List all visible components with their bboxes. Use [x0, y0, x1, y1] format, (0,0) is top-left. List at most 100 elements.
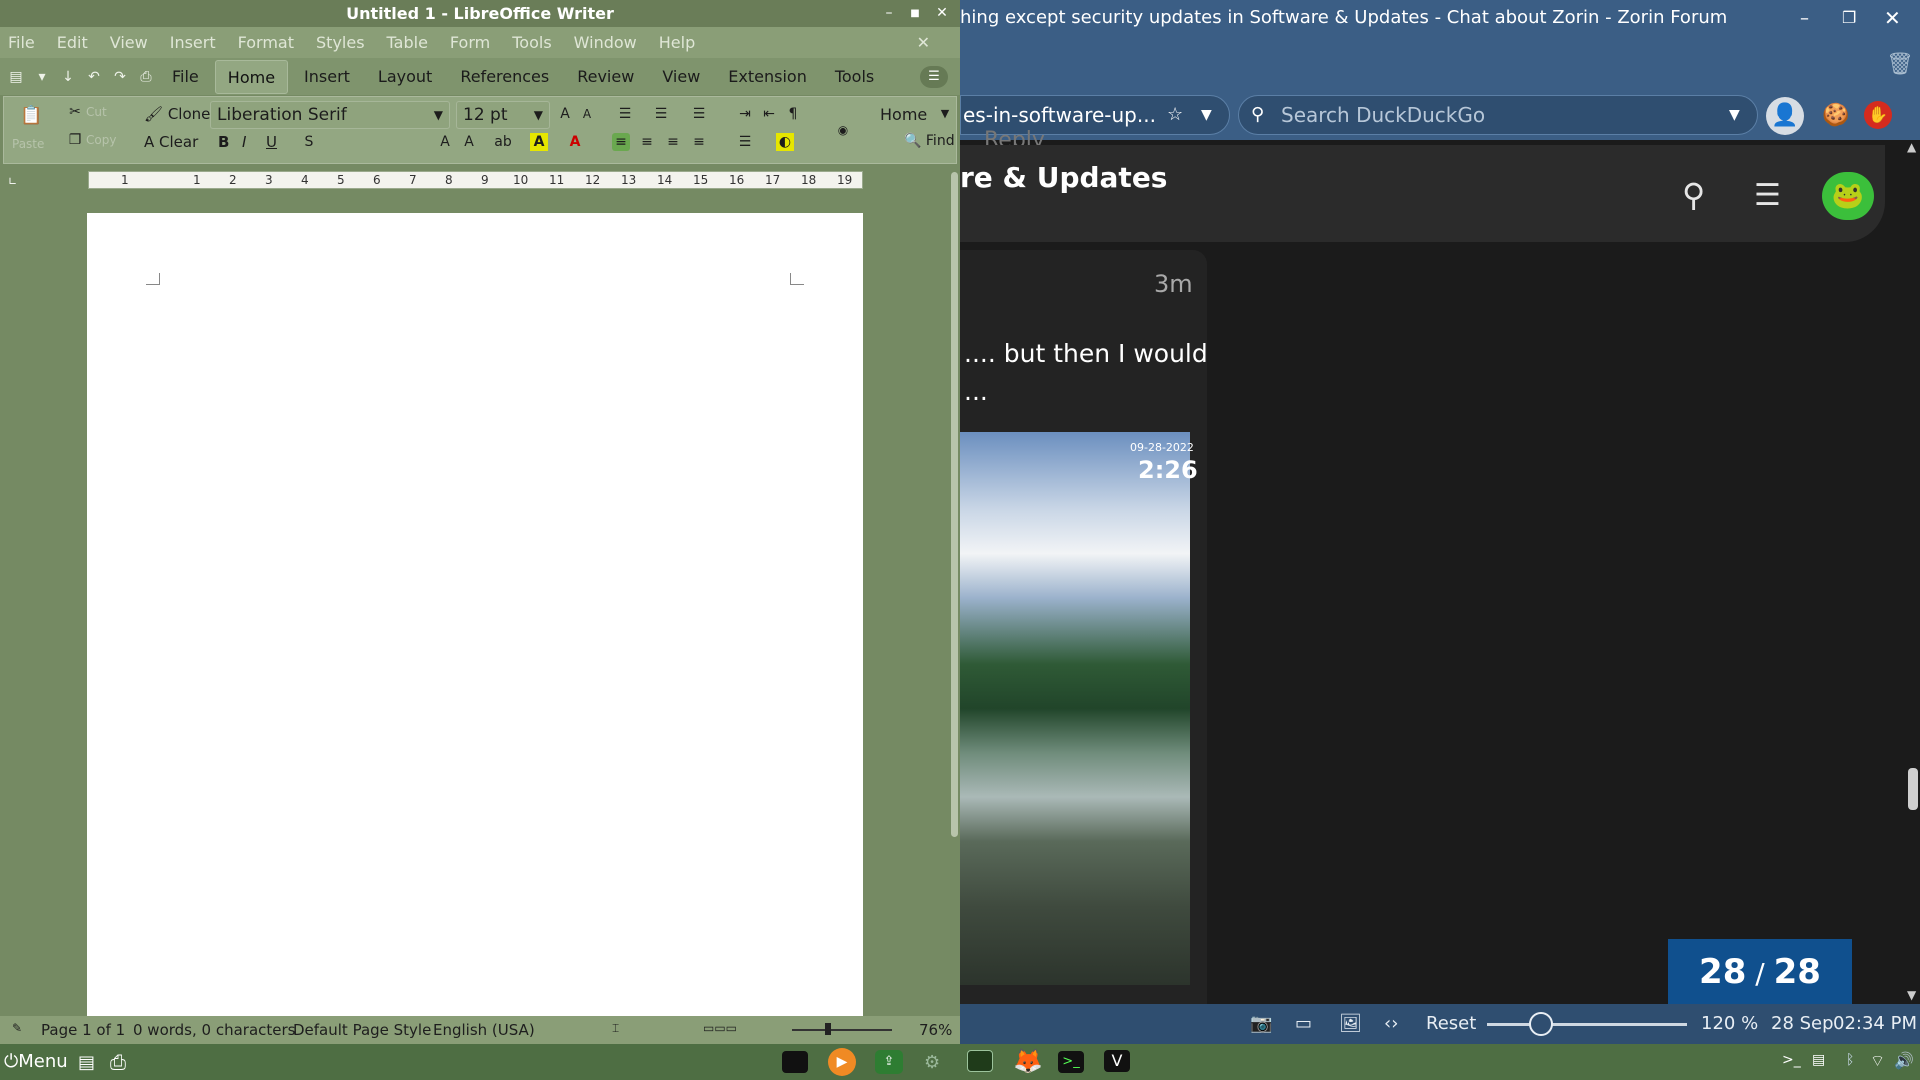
- close-button[interactable]: ✕: [1884, 6, 1901, 30]
- firefox-task-icon[interactable]: 🦊: [1013, 1047, 1043, 1075]
- topic-title[interactable]: re & Updates: [960, 161, 1167, 194]
- zoom-slider[interactable]: [1487, 1023, 1687, 1026]
- files-icon[interactable]: ▤: [78, 1052, 95, 1073]
- language[interactable]: English (USA): [433, 1021, 535, 1039]
- tab-extension[interactable]: Extension: [716, 60, 819, 94]
- word-count[interactable]: 0 words, 0 characters: [133, 1021, 296, 1039]
- bullets-icon[interactable]: ☰: [616, 105, 634, 123]
- highlight-color-icon[interactable]: A: [530, 133, 548, 151]
- menu-insert[interactable]: Insert: [170, 33, 216, 52]
- increase-indent-icon[interactable]: ⇥: [736, 105, 754, 123]
- paste-label[interactable]: Paste: [12, 137, 44, 151]
- camera-icon[interactable]: 📷: [1250, 1013, 1272, 1034]
- printer-icon[interactable]: ⎙: [110, 1050, 126, 1074]
- grow-font-icon[interactable]: A: [556, 105, 574, 123]
- sidebar-toggle-icon[interactable]: ◉: [834, 121, 852, 139]
- copy-icon[interactable]: ❐: [66, 131, 84, 149]
- underline-button[interactable]: U: [266, 133, 277, 151]
- view-layout-icon[interactable]: ▭▭▭: [703, 1021, 737, 1035]
- menu-styles[interactable]: Styles: [316, 33, 365, 52]
- menu-button[interactable]: ⏻ Menu: [4, 1051, 68, 1072]
- media-player-icon[interactable]: ▶: [828, 1048, 856, 1076]
- tab-insert[interactable]: Insert: [292, 60, 362, 94]
- decrease-indent-icon[interactable]: ⇤: [760, 105, 778, 123]
- horizontal-ruler[interactable]: 1 1 2 3 4 5 6 7 8 9 10 11 12 13 14 15 16…: [88, 171, 863, 189]
- menu-form[interactable]: Form: [450, 33, 490, 52]
- trash-icon[interactable]: 🗑: [1886, 52, 1914, 77]
- tab-layout[interactable]: Layout: [366, 60, 444, 94]
- lake-screenshot-image[interactable]: [960, 432, 1190, 985]
- home-style-dropdown[interactable]: Home: [880, 105, 927, 124]
- font-size-combo[interactable]: 12 pt ▼: [456, 101, 550, 129]
- align-center-icon[interactable]: ≡: [638, 133, 656, 151]
- print-icon[interactable]: ⎙: [136, 67, 156, 87]
- italic-button[interactable]: I: [242, 133, 246, 151]
- vertical-scrollbar[interactable]: [951, 172, 958, 837]
- formatting-marks-icon[interactable]: ¶: [784, 105, 802, 123]
- menu-tools[interactable]: Tools: [512, 33, 551, 52]
- clear-button[interactable]: A Clear: [144, 133, 198, 151]
- strikethrough-icon[interactable]: S: [300, 133, 318, 151]
- close-document-icon[interactable]: ✕: [917, 33, 930, 52]
- zoom-reset-button[interactable]: Reset: [1426, 1013, 1476, 1034]
- font-color-icon[interactable]: A: [566, 133, 584, 151]
- subscript-icon[interactable]: A: [460, 133, 478, 151]
- character-spacing-icon[interactable]: ab: [494, 133, 512, 151]
- software-manager-icon[interactable]: ⇪: [875, 1050, 903, 1074]
- libreoffice-task-icon[interactable]: [967, 1050, 993, 1072]
- menu-file[interactable]: File: [8, 33, 35, 52]
- selection-mode-icon[interactable]: ⌶: [612, 1021, 619, 1036]
- justify-icon[interactable]: ≡: [690, 133, 708, 151]
- zoom-level[interactable]: 120 %: [1701, 1013, 1758, 1034]
- code-icon[interactable]: ‹›: [1384, 1013, 1398, 1034]
- bookmark-icon[interactable]: ☆: [1167, 96, 1183, 134]
- numbering-icon[interactable]: ☰: [652, 105, 670, 123]
- find-button[interactable]: 🔍 Find: [904, 133, 955, 149]
- zoom-slider[interactable]: [792, 1029, 892, 1031]
- new-document-icon[interactable]: ▤: [6, 67, 26, 87]
- settings-icon[interactable]: ⚙: [924, 1052, 940, 1073]
- avatar[interactable]: 🐸: [1822, 172, 1874, 220]
- maximize-button[interactable]: ■: [902, 0, 928, 27]
- vim-task-icon[interactable]: V: [1104, 1050, 1130, 1072]
- wifi-icon[interactable]: ⌔: [1870, 1051, 1885, 1071]
- account-icon[interactable]: 👤: [1766, 97, 1804, 135]
- ublock-icon[interactable]: ✋: [1864, 101, 1892, 129]
- post-timestamp[interactable]: 3m: [1154, 270, 1193, 298]
- network-tray-icon[interactable]: ▤: [1812, 1052, 1825, 1068]
- tab-file[interactable]: File: [160, 60, 211, 94]
- bold-button[interactable]: B: [218, 133, 229, 151]
- menu-edit[interactable]: Edit: [57, 33, 88, 52]
- align-left-icon[interactable]: ≡: [612, 133, 630, 151]
- zoom-slider-thumb[interactable]: [1529, 1012, 1553, 1036]
- cookie-icon[interactable]: 🍪: [1822, 103, 1849, 128]
- menu-format[interactable]: Format: [238, 33, 294, 52]
- page-count[interactable]: Page 1 of 1: [41, 1021, 125, 1039]
- menu-view[interactable]: View: [110, 33, 148, 52]
- tab-view[interactable]: View: [650, 60, 712, 94]
- volume-icon[interactable]: 🔊: [1894, 1051, 1914, 1070]
- tab-home[interactable]: Home: [214, 59, 289, 94]
- redo-icon[interactable]: ↷: [110, 67, 130, 87]
- paste-icon[interactable]: 📋: [20, 107, 42, 125]
- menu-window[interactable]: Window: [574, 33, 637, 52]
- post-progress-counter[interactable]: 28 / 28: [1668, 939, 1852, 1005]
- tab-references[interactable]: References: [448, 60, 561, 94]
- save-icon[interactable]: ↓: [58, 67, 78, 87]
- search-input[interactable]: ⚲ Search DuckDuckGo ▼: [1238, 95, 1758, 135]
- bluetooth-icon[interactable]: ᛒ: [1846, 1052, 1854, 1068]
- font-name-combo[interactable]: Liberation Serif ▼: [210, 101, 450, 129]
- tab-stop-icon[interactable]: ∟: [8, 175, 17, 188]
- superscript-icon[interactable]: A: [436, 133, 454, 151]
- page-style[interactable]: Default Page Style: [293, 1021, 431, 1039]
- hamburger-menu-icon[interactable]: ☰: [1754, 178, 1781, 213]
- copy-label[interactable]: Copy: [86, 133, 116, 147]
- open-icon[interactable]: ▾: [32, 67, 52, 87]
- minimize-button[interactable]: –: [1800, 8, 1809, 29]
- scroll-down-icon[interactable]: ▼: [1907, 988, 1916, 1002]
- terminal-tray-icon[interactable]: >_: [1782, 1052, 1801, 1068]
- paragraph-background-icon[interactable]: ◐: [776, 133, 794, 151]
- close-button[interactable]: ✕: [929, 0, 955, 27]
- tab-review[interactable]: Review: [565, 60, 646, 94]
- line-spacing-icon[interactable]: ☰: [736, 133, 754, 151]
